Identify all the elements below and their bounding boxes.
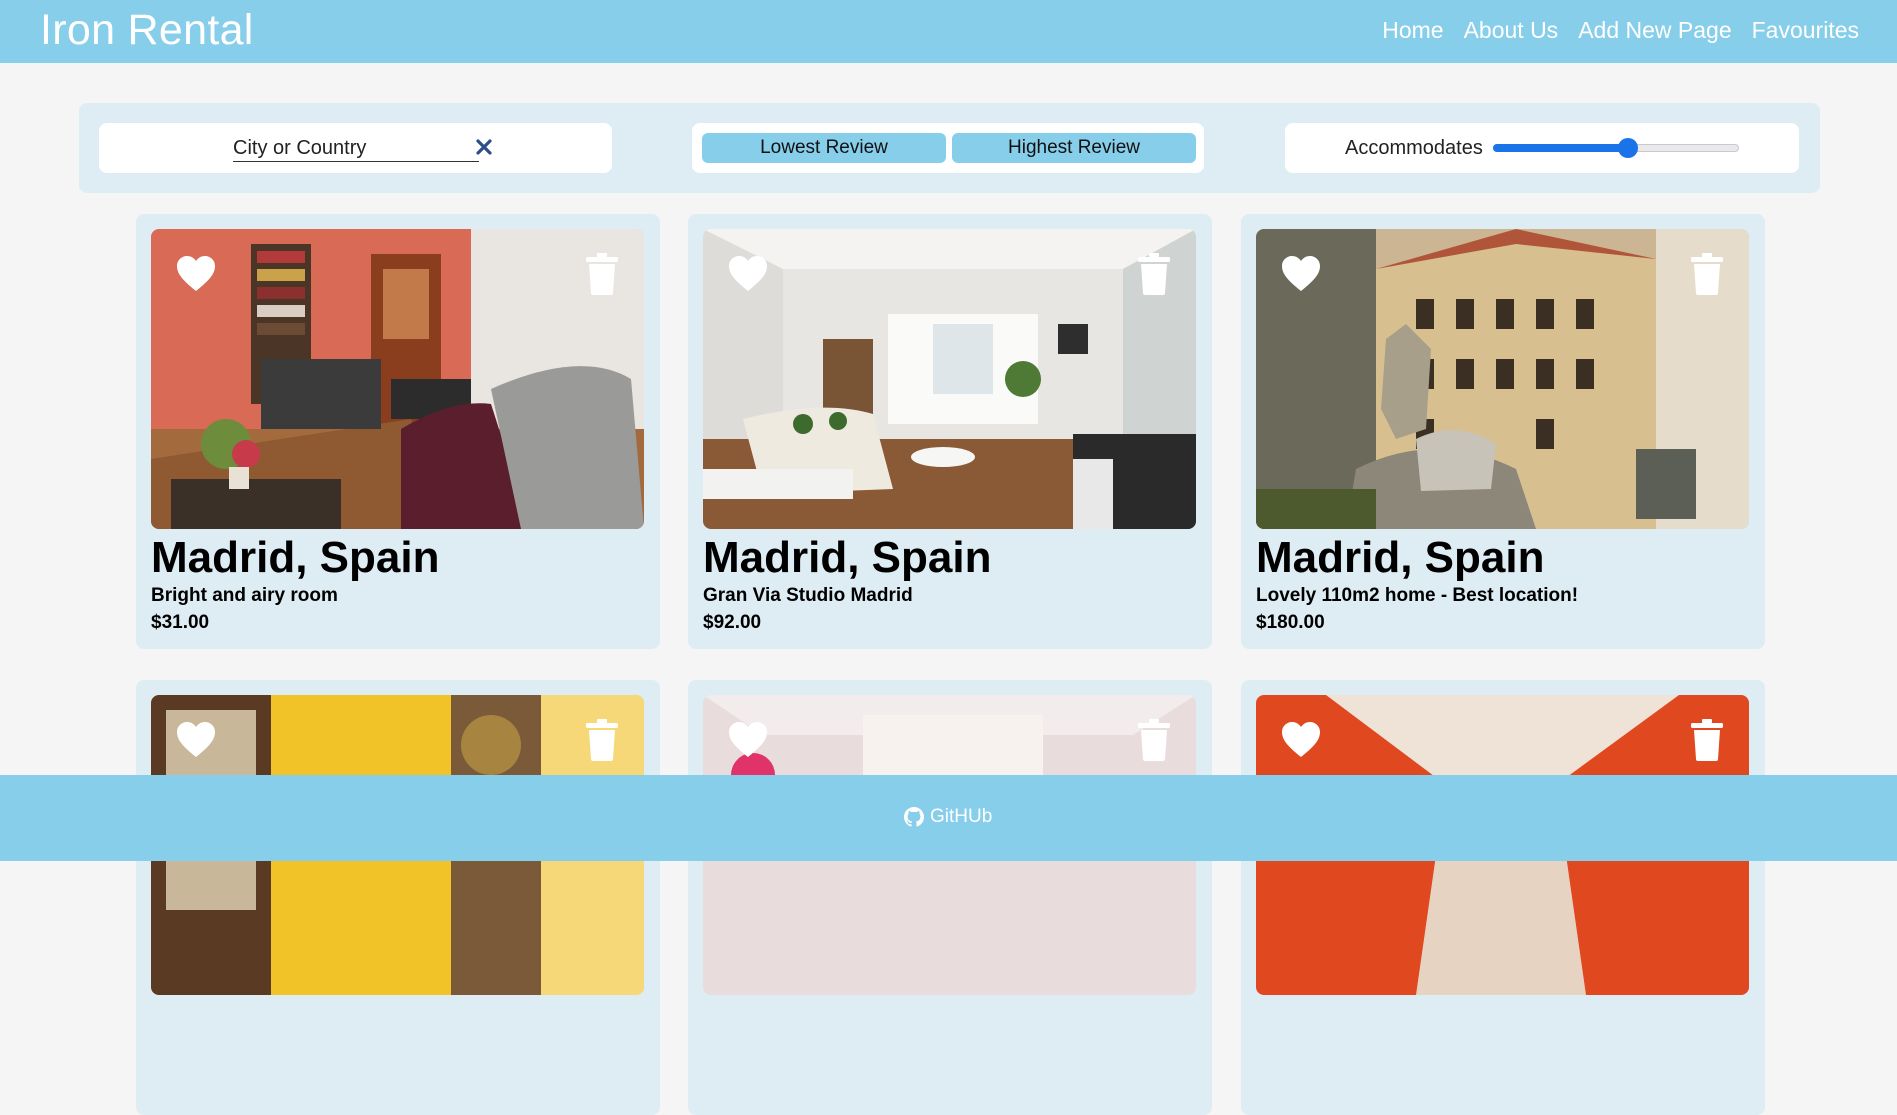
delete-trash-icon[interactable]: [1691, 719, 1723, 761]
favourite-heart-icon[interactable]: [1280, 255, 1322, 293]
clear-icon[interactable]: [474, 137, 494, 157]
nav-link-about-us[interactable]: About Us: [1464, 14, 1559, 46]
navbar: Iron Rental Home About Us Add New Page F…: [0, 0, 1897, 63]
delete-trash-icon[interactable]: [1138, 719, 1170, 761]
highest-review-button[interactable]: Highest Review: [952, 133, 1196, 163]
delete-trash-icon[interactable]: [1691, 253, 1723, 295]
listing-price: $180.00: [1256, 612, 1325, 633]
accommodates-panel: Accommodates: [1285, 123, 1799, 173]
listing-card[interactable]: Madrid, Spain Gran Via Studio Madrid $92…: [688, 214, 1212, 649]
listing-name: Bright and airy room: [151, 585, 338, 606]
filter-bar: Lowest Review Highest Review Accommodate…: [79, 103, 1820, 193]
accommodates-slider-thumb[interactable]: [1618, 138, 1639, 158]
listing-card[interactable]: [688, 680, 1212, 1115]
listing-photo: [1256, 229, 1749, 529]
listing-city: Madrid, Spain: [1256, 533, 1545, 582]
listing-photo: [703, 229, 1196, 529]
github-link[interactable]: GitHUb: [904, 806, 992, 828]
footer: GitHUb: [0, 775, 1897, 861]
sort-panel: Lowest Review Highest Review: [692, 123, 1204, 173]
listing-city: Madrid, Spain: [703, 533, 992, 582]
delete-trash-icon[interactable]: [1138, 253, 1170, 295]
accommodates-slider-fill: [1493, 144, 1629, 152]
listing-card[interactable]: [1241, 680, 1765, 1115]
delete-trash-icon[interactable]: [586, 719, 618, 761]
listing-card[interactable]: Madrid, Spain Lovely 110m2 home - Best l…: [1241, 214, 1765, 649]
favourite-heart-icon[interactable]: [727, 721, 769, 759]
favourite-heart-icon[interactable]: [175, 255, 217, 293]
accommodates-label: Accommodates: [1345, 137, 1483, 159]
search-panel: [99, 123, 612, 173]
favourite-heart-icon[interactable]: [727, 255, 769, 293]
github-label: GitHUb: [930, 806, 993, 827]
nav-link-home[interactable]: Home: [1382, 14, 1443, 46]
listing-photo: [151, 229, 644, 529]
nav-links: Home About Us Add New Page Favourites: [1382, 14, 1859, 46]
favourite-heart-icon[interactable]: [1280, 721, 1322, 759]
listing-name: Lovely 110m2 home - Best location!: [1256, 585, 1579, 606]
listing-card[interactable]: [136, 680, 660, 1115]
lowest-review-button[interactable]: Lowest Review: [702, 133, 946, 163]
nav-link-favourites[interactable]: Favourites: [1752, 14, 1859, 46]
listing-price: $92.00: [703, 612, 762, 633]
brand-title[interactable]: Iron Rental: [40, 3, 254, 57]
nav-link-add-new-page[interactable]: Add New Page: [1578, 14, 1731, 46]
listing-price: $31.00: [151, 612, 210, 633]
listing-city: Madrid, Spain: [151, 533, 440, 582]
search-input[interactable]: [233, 135, 479, 162]
listing-card[interactable]: Madrid, Spain Bright and airy room $31.0…: [136, 214, 660, 649]
github-icon: [904, 807, 924, 827]
listing-name: Gran Via Studio Madrid: [703, 585, 913, 606]
favourite-heart-icon[interactable]: [175, 721, 217, 759]
delete-trash-icon[interactable]: [586, 253, 618, 295]
